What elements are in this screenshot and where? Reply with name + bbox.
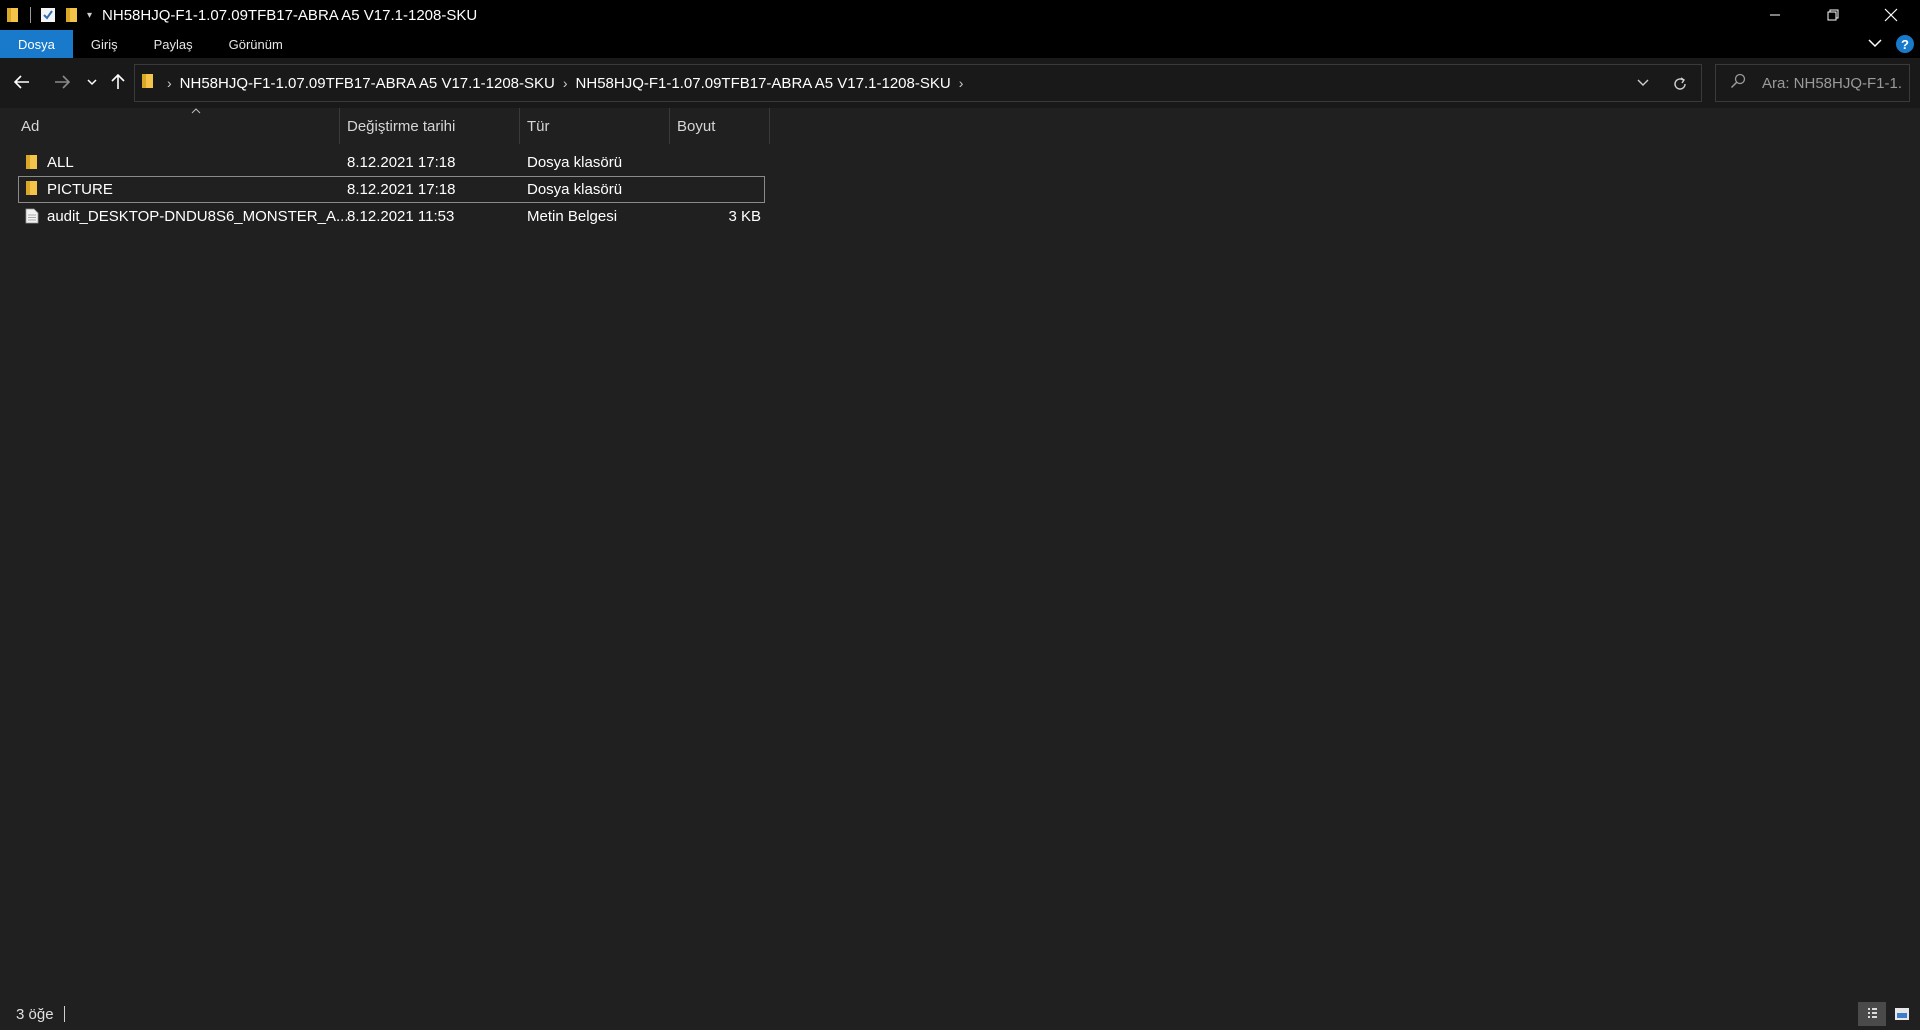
tab-home[interactable]: Giriş — [73, 30, 136, 58]
minimize-button[interactable] — [1746, 0, 1804, 30]
navigation-bar: › NH58HJQ-F1-1.07.09TFB17-ABRA A5 V17.1-… — [0, 58, 1920, 108]
search-input[interactable] — [1762, 74, 1902, 92]
column-header-date[interactable]: Değiştirme tarihi — [347, 108, 519, 144]
breadcrumb-chevron-icon[interactable]: › — [563, 75, 568, 91]
large-icons-view-icon — [1895, 1008, 1909, 1020]
file-list: Ad Değiştirme tarihi Tür Boyut ALL 8.12.… — [0, 108, 1920, 998]
tab-file[interactable]: Dosya — [0, 30, 73, 58]
breadcrumb-item[interactable]: NH58HJQ-F1-1.07.09TFB17-ABRA A5 V17.1-12… — [576, 75, 951, 92]
search-icon — [1730, 73, 1746, 94]
breadcrumb-item[interactable]: NH58HJQ-F1-1.07.09TFB17-ABRA A5 V17.1-12… — [180, 75, 555, 92]
refresh-button[interactable] — [1669, 73, 1691, 95]
search-box[interactable] — [1715, 64, 1910, 102]
file-date: 8.12.2021 17:18 — [347, 181, 456, 198]
restore-icon — [1827, 9, 1839, 21]
details-view-button[interactable] — [1858, 1002, 1886, 1026]
restore-button[interactable] — [1804, 0, 1862, 30]
address-bar[interactable]: › NH58HJQ-F1-1.07.09TFB17-ABRA A5 V17.1-… — [134, 64, 1702, 102]
file-name: audit_DESKTOP-DNDU8S6_MONSTER_A... — [47, 208, 349, 225]
sort-ascending-icon — [191, 108, 201, 114]
folder-icon — [25, 180, 39, 200]
chevron-down-icon — [87, 79, 97, 86]
ribbon-tabs: Dosya Giriş Paylaş Görünüm ? — [0, 30, 1920, 58]
status-divider — [63, 1006, 65, 1022]
file-row[interactable]: PICTURE 8.12.2021 17:18 Dosya klasörü — [18, 176, 765, 203]
breadcrumb-chevron-icon[interactable]: › — [167, 75, 172, 91]
column-header-label: Tür — [527, 117, 550, 135]
refresh-icon — [1674, 77, 1686, 90]
arrow-up-icon — [111, 74, 125, 89]
column-divider[interactable] — [519, 108, 520, 144]
file-row[interactable]: ALL 8.12.2021 17:18 Dosya klasörü — [18, 150, 765, 177]
arrow-right-icon — [55, 75, 70, 89]
forward-button[interactable] — [48, 68, 76, 96]
file-date: 8.12.2021 17:18 — [347, 154, 456, 171]
column-divider[interactable] — [669, 108, 670, 144]
column-divider[interactable] — [339, 108, 340, 144]
properties-icon[interactable] — [39, 6, 57, 24]
expand-ribbon-chevron-icon[interactable] — [1868, 35, 1882, 53]
file-row[interactable]: audit_DESKTOP-DNDU8S6_MONSTER_A... 8.12.… — [18, 204, 765, 231]
column-header-size[interactable]: Boyut — [677, 108, 769, 144]
close-button[interactable] — [1862, 0, 1920, 30]
file-date: 8.12.2021 11:53 — [347, 208, 455, 225]
customize-toolbar-chevron-icon[interactable]: ▾ — [87, 10, 92, 21]
toolbar-divider — [30, 7, 31, 23]
status-bar: 3 öğe — [0, 998, 1920, 1030]
window-title: NH58HJQ-F1-1.07.09TFB17-ABRA A5 V17.1-12… — [102, 6, 478, 24]
file-type: Dosya klasörü — [527, 181, 623, 198]
arrow-left-icon — [14, 75, 29, 89]
folder-icon — [141, 73, 155, 94]
text-file-icon — [25, 208, 39, 228]
column-header-type[interactable]: Tür — [527, 108, 669, 144]
large-icons-view-button[interactable] — [1888, 1002, 1916, 1026]
file-name: PICTURE — [47, 181, 113, 198]
column-divider[interactable] — [769, 108, 770, 144]
minimize-icon — [1770, 14, 1780, 16]
folder-icon — [25, 154, 39, 174]
window-controls — [1746, 0, 1920, 30]
details-view-icon — [1868, 1008, 1877, 1018]
column-header-label: Boyut — [677, 117, 716, 135]
file-name: ALL — [47, 154, 74, 171]
tab-view[interactable]: Görünüm — [211, 30, 301, 58]
title-bar[interactable]: ▾ NH58HJQ-F1-1.07.09TFB17-ABRA A5 V17.1-… — [0, 0, 1920, 30]
item-count: 3 öğe — [16, 1005, 54, 1023]
up-button[interactable] — [104, 68, 132, 96]
file-type: Dosya klasörü — [527, 154, 623, 171]
file-type: Metin Belgesi — [527, 208, 618, 225]
new-folder-icon[interactable] — [63, 6, 81, 24]
column-header-name[interactable]: Ad — [21, 108, 339, 144]
address-history-button[interactable] — [1633, 73, 1653, 93]
back-button[interactable] — [8, 68, 36, 96]
help-icon[interactable]: ? — [1896, 35, 1914, 53]
breadcrumb-chevron-icon[interactable]: › — [959, 75, 964, 91]
column-header-label: Değiştirme tarihi — [347, 117, 456, 135]
ribbon-right-controls: ? — [1868, 30, 1914, 58]
column-header-label: Ad — [21, 117, 40, 135]
folder-icon — [4, 6, 22, 24]
recent-locations-button[interactable] — [78, 68, 106, 96]
file-explorer-window: ▾ NH58HJQ-F1-1.07.09TFB17-ABRA A5 V17.1-… — [0, 0, 1920, 1030]
file-size: 3 KB — [728, 208, 761, 225]
quick-access-toolbar: ▾ — [0, 0, 102, 30]
close-icon — [1884, 8, 1898, 22]
chevron-down-icon — [1637, 79, 1649, 86]
tab-share[interactable]: Paylaş — [136, 30, 211, 58]
